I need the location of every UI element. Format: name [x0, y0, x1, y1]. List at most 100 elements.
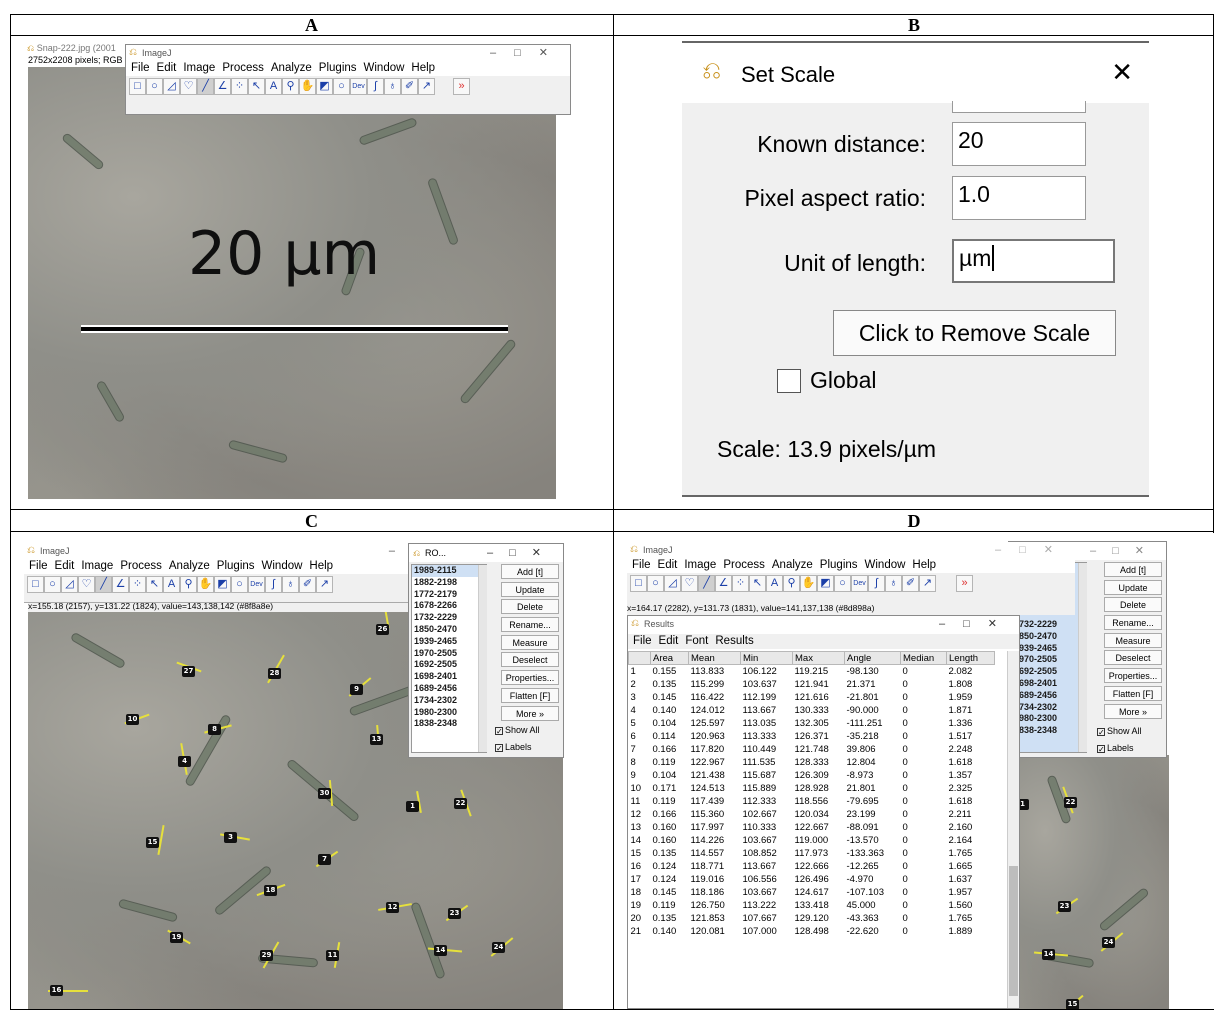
- wand-tool-icon[interactable]: ↖: [146, 576, 163, 593]
- column-header[interactable]: Length: [946, 651, 995, 665]
- dropper-tool-icon[interactable]: ◩: [316, 78, 333, 95]
- table-row[interactable]: 4 0.140 124.012 113.667 130.333 -90.000 0 1.871: [629, 704, 995, 717]
- list-item[interactable]: 1970-2505: [1012, 654, 1086, 666]
- roi-label[interactable]: 10: [126, 714, 139, 725]
- roi-label[interactable]: 7: [318, 854, 331, 865]
- dev-tool-icon[interactable]: Dev: [350, 78, 367, 95]
- roi-label[interactable]: 14: [434, 945, 447, 956]
- table-row[interactable]: 10 0.171 124.513 115.889 128.928 21.801 0 2.325: [629, 782, 995, 795]
- hand-tool-icon[interactable]: ✋: [299, 78, 316, 95]
- column-header[interactable]: Area: [650, 651, 689, 665]
- roi-label[interactable]: 24: [1102, 937, 1115, 948]
- arrow-tool-icon[interactable]: ↗: [316, 576, 333, 593]
- global-checkbox[interactable]: [777, 369, 801, 393]
- pencil-tool-icon[interactable]: ✐: [299, 576, 316, 593]
- roi-label[interactable]: 15: [1066, 999, 1079, 1009]
- list-item[interactable]: 1939-2465: [1012, 643, 1086, 655]
- known-distance-field[interactable]: 20: [952, 122, 1086, 166]
- table-row[interactable]: 9 0.104 121.438 115.687 126.309 -8.973 0 1.357: [629, 769, 995, 782]
- roi-label[interactable]: 28: [268, 668, 281, 679]
- oval-tool-icon[interactable]: ○: [647, 575, 664, 592]
- add-button[interactable]: Add [t]: [1104, 562, 1162, 577]
- roi-label[interactable]: 23: [1058, 901, 1071, 912]
- aspect-ratio-field[interactable]: 1.0: [952, 176, 1086, 220]
- column-header[interactable]: Angle: [844, 651, 901, 665]
- dropper-tool-icon[interactable]: ◩: [817, 575, 834, 592]
- table-row[interactable]: 12 0.166 115.360 102.667 120.034 23.199 0 2.211: [629, 808, 995, 821]
- list-item[interactable]: 1698-2401: [1012, 678, 1086, 690]
- table-row[interactable]: 21 0.140 120.081 107.000 128.498 -22.620 0 1.88…: [629, 925, 995, 938]
- magnifier-tool-icon[interactable]: ⚲: [180, 576, 197, 593]
- list-item[interactable]: 1850-2470: [1012, 631, 1086, 643]
- update-button[interactable]: Update: [1104, 579, 1162, 595]
- flood-tool-icon[interactable]: ♁: [885, 575, 902, 592]
- menu-image[interactable]: Image: [81, 560, 113, 572]
- roi-label[interactable]: 1: [406, 801, 419, 812]
- roi-label[interactable]: 12: [386, 902, 399, 913]
- menu-analyze[interactable]: Analyze: [772, 559, 813, 571]
- roi-label[interactable]: 18: [264, 885, 277, 896]
- dropper-tool-icon[interactable]: ◩: [214, 576, 231, 593]
- roi-label[interactable]: 22: [1064, 797, 1077, 808]
- polygon-tool-icon[interactable]: ◿: [61, 576, 78, 593]
- table-row[interactable]: 18 0.145 118.186 103.667 124.617 -107.103 0 1.9…: [629, 886, 995, 899]
- column-header[interactable]: Max: [792, 651, 845, 665]
- roi-label[interactable]: 14: [1042, 949, 1055, 960]
- add-button[interactable]: Add [t]: [501, 564, 559, 579]
- menu-image[interactable]: Image: [684, 559, 716, 571]
- list-item[interactable]: 1939-2465: [412, 636, 486, 648]
- roi-label[interactable]: 24: [492, 942, 505, 953]
- roi-label[interactable]: 22: [454, 798, 467, 809]
- dev-tool-icon[interactable]: Dev: [851, 575, 868, 592]
- table-row[interactable]: 7 0.166 117.820 110.449 121.748 39.806 0 2.248: [629, 743, 995, 756]
- menu-file[interactable]: File: [29, 560, 48, 572]
- menu-process[interactable]: Process: [723, 559, 765, 571]
- roi-list[interactable]: 1989-2115 1882-2198 1772-2179 1678-2266 …: [411, 564, 487, 753]
- table-row[interactable]: 15 0.135 114.557 108.852 117.973 -133.363 0 1.7…: [629, 847, 995, 860]
- polygon-tool-icon[interactable]: ◿: [163, 78, 180, 95]
- angle-tool-icon[interactable]: ∠: [214, 78, 231, 95]
- oval-tool-icon[interactable]: ○: [146, 78, 163, 95]
- list-item[interactable]: 1692-2505: [412, 659, 486, 671]
- menu-edit[interactable]: Edit: [658, 559, 678, 571]
- text-tool-icon[interactable]: A: [265, 78, 282, 95]
- dev-tool-icon[interactable]: Dev: [248, 576, 265, 593]
- list-item[interactable]: 1980-2300: [412, 707, 486, 719]
- list-item[interactable]: 1734-2302: [412, 695, 486, 707]
- point-tool-icon[interactable]: ⁘: [129, 576, 146, 593]
- table-row[interactable]: 6 0.114 120.963 113.333 126.371 -35.218 0 1.517: [629, 730, 995, 743]
- show-all-checkbox[interactable]: ✓ Show All: [1097, 726, 1142, 737]
- properties-button[interactable]: Properties...: [1104, 668, 1162, 684]
- list-item[interactable]: 1689-2456: [1012, 690, 1086, 702]
- line-tool-icon[interactable]: ╱: [698, 575, 715, 592]
- window-controls[interactable]: –□✕: [939, 616, 1015, 632]
- point-tool-icon[interactable]: ⁘: [231, 78, 248, 95]
- scroll-thumb[interactable]: [1009, 866, 1018, 996]
- list-item[interactable]: 1698-2401: [412, 671, 486, 683]
- window-controls[interactable]: –□✕: [1090, 542, 1160, 560]
- menu-help[interactable]: Help: [411, 62, 435, 74]
- window-controls[interactable]: –□✕: [487, 544, 557, 562]
- table-row[interactable]: 17 0.124 119.016 106.556 126.496 -4.970 0 1.637: [629, 873, 995, 886]
- wand-tool-icon[interactable]: ↖: [749, 575, 766, 592]
- list-item[interactable]: 1732-2229: [412, 612, 486, 624]
- results-scrollbar[interactable]: [1007, 651, 1019, 1008]
- pencil-tool-icon[interactable]: ✐: [401, 78, 418, 95]
- roi-label[interactable]: 4: [178, 756, 191, 767]
- delete-button[interactable]: Delete: [1104, 597, 1162, 613]
- oval-tool-icon[interactable]: ○: [44, 576, 61, 593]
- results-menu-font[interactable]: Font: [685, 635, 708, 647]
- list-item[interactable]: 1980-2300: [1012, 713, 1086, 725]
- menu-image[interactable]: Image: [183, 62, 215, 74]
- rectangle-tool-icon[interactable]: □: [129, 78, 146, 95]
- table-row[interactable]: 20 0.135 121.853 107.667 129.120 -43.363 0 1.76…: [629, 912, 995, 925]
- roi-label[interactable]: 27: [182, 666, 195, 677]
- delete-button[interactable]: Delete: [501, 599, 559, 615]
- table-row[interactable]: 14 0.160 114.226 103.667 119.000 -13.570 0 2.16…: [629, 834, 995, 847]
- text-tool-icon[interactable]: A: [163, 576, 180, 593]
- zoom-tool-icon[interactable]: ○: [231, 576, 248, 593]
- column-header[interactable]: Median: [900, 651, 947, 665]
- pencil-tool-icon[interactable]: ✐: [902, 575, 919, 592]
- roi-label[interactable]: 8: [208, 724, 221, 735]
- table-row[interactable]: 11 0.119 117.439 112.333 118.556 -79.695 0 1.61…: [629, 795, 995, 808]
